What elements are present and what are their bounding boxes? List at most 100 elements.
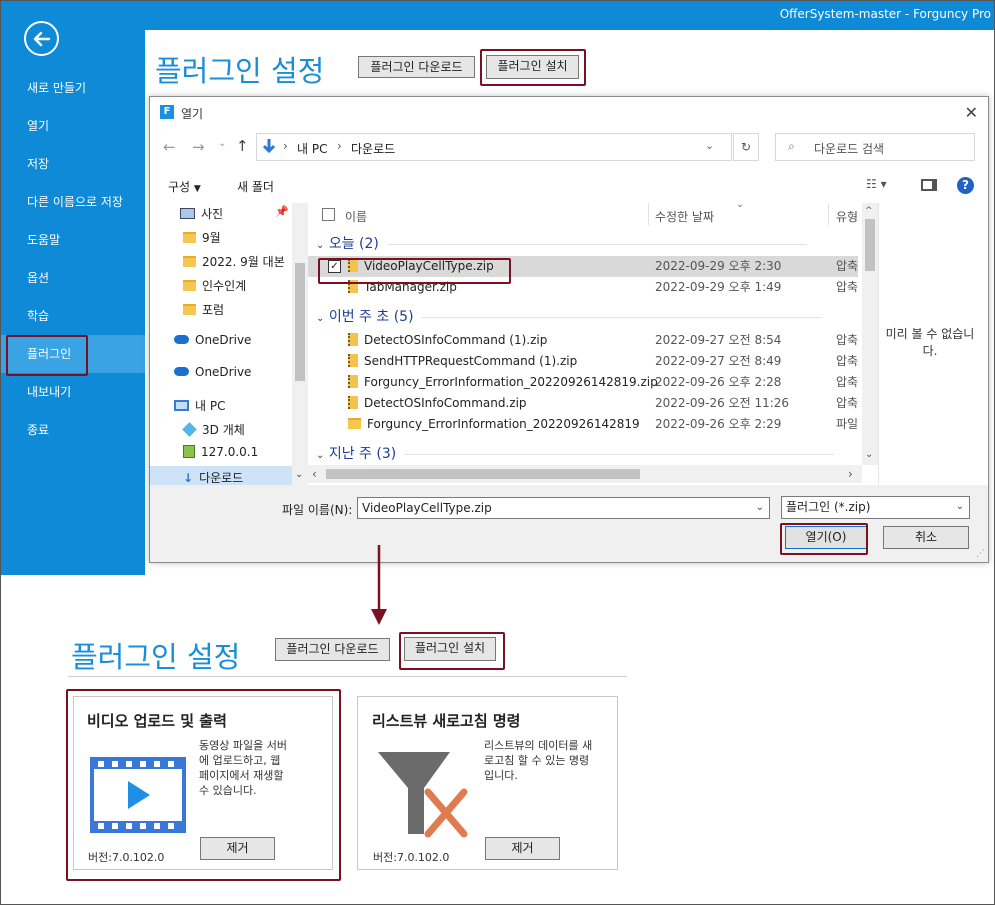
- column-header-name[interactable]: 이름: [345, 208, 367, 225]
- tree-item-this-pc[interactable]: 내 PC: [174, 397, 225, 414]
- organize-menu[interactable]: 구성 ▼: [168, 178, 201, 195]
- scroll-down-icon[interactable]: ⌄: [295, 469, 303, 480]
- sidebar-item-learn[interactable]: 학습: [1, 297, 145, 335]
- address-bar[interactable]: › 내 PC › 다운로드 ⌄: [256, 133, 732, 161]
- sidebar-item-save[interactable]: 저장: [1, 145, 145, 183]
- address-dropdown-icon[interactable]: ⌄: [705, 139, 714, 152]
- file-row[interactable]: SendHTTPRequestCommand (1).zip 2022-09-2…: [308, 351, 858, 372]
- plugin-install-button[interactable]: 플러그인 설치: [486, 55, 579, 79]
- sidebar-item-help[interactable]: 도움말: [1, 221, 145, 259]
- view-options-icon[interactable]: ☷ ▾: [866, 177, 887, 191]
- hscrollbar-thumb[interactable]: [326, 469, 640, 479]
- tree-item-downloads[interactable]: ↓ 다운로드: [183, 469, 243, 486]
- cancel-button[interactable]: 취소: [883, 526, 969, 549]
- sidebar-item-export[interactable]: 내보내기: [1, 373, 145, 411]
- column-divider: [828, 203, 829, 225]
- file-name: DetectOSInfoCommand.zip: [364, 396, 527, 410]
- lower-plugin-download-button[interactable]: 플러그인 다운로드: [275, 638, 390, 661]
- row-checkbox[interactable]: ✓: [328, 260, 341, 273]
- lower-page-title: 플러그인 설정: [71, 640, 241, 674]
- file-date: 2022-09-29 오후 1:49: [655, 280, 782, 294]
- list-scrollbar-thumb[interactable]: [865, 219, 875, 271]
- open-button[interactable]: 열기(O): [785, 526, 867, 549]
- file-row[interactable]: Forguncy_ErrorInformation_20220926142819…: [308, 414, 858, 435]
- scroll-up-icon[interactable]: ^: [865, 206, 873, 216]
- forward-nav-icon[interactable]: →: [192, 138, 205, 156]
- file-row[interactable]: TabManager.zip 2022-09-29 오후 1:49 압축: [308, 277, 858, 298]
- tree-item-sep[interactable]: 9월: [183, 229, 221, 246]
- select-all-checkbox[interactable]: [322, 208, 335, 221]
- sidebar-item-plugin[interactable]: 플러그인: [1, 335, 145, 373]
- refresh-icon[interactable]: ↻: [733, 133, 759, 161]
- file-row[interactable]: DetectOSInfoCommand (1).zip 2022-09-27 오…: [308, 330, 858, 351]
- filter-clear-icon: [378, 752, 468, 838]
- filename-dropdown-icon[interactable]: ⌄: [756, 498, 764, 518]
- close-icon[interactable]: ✕: [965, 103, 978, 122]
- tree-item-script[interactable]: 2022. 9월 대본: [183, 253, 285, 270]
- tree-scrollbar-thumb[interactable]: [295, 263, 305, 381]
- recent-dropdown-icon[interactable]: ⌄: [218, 138, 226, 149]
- file-row-selected[interactable]: ✓ VideoPlayCellType.zip 2022-09-29 오후 2:…: [308, 256, 858, 277]
- search-input[interactable]: ⌕ 다운로드 검색: [775, 133, 975, 161]
- tree-item-network[interactable]: 127.0.0.1: [183, 445, 258, 459]
- scroll-left-icon[interactable]: ‹: [312, 467, 317, 481]
- tree-item-forum[interactable]: 포럼: [183, 301, 224, 318]
- plugin-card-title: 비디오 업로드 및 출력: [87, 712, 227, 730]
- network-drive-icon: [183, 445, 195, 458]
- tree-label: 9월: [202, 231, 221, 245]
- remove-button[interactable]: 제거: [485, 837, 560, 860]
- group-header-today[interactable]: ⌄ 오늘 (2): [316, 233, 807, 253]
- sidebar-item-options[interactable]: 옵션: [1, 259, 145, 297]
- back-nav-icon[interactable]: ←: [163, 138, 176, 156]
- file-type-select[interactable]: 플러그인 (*.zip) ⌄: [781, 496, 970, 519]
- pin-icon[interactable]: 📌: [275, 205, 289, 218]
- plugin-download-button[interactable]: 플러그인 다운로드: [358, 56, 475, 78]
- tree-item-onedrive-2[interactable]: OneDrive: [174, 365, 251, 379]
- file-row[interactable]: DetectOSInfoCommand.zip 2022-09-26 오전 11…: [308, 393, 858, 414]
- plugin-card-listview: 리스트뷰 새로고침 명령 리스트뷰의 데이터를 새로고침 할 수 있는 명령입니…: [357, 696, 618, 870]
- help-icon[interactable]: ?: [957, 177, 974, 194]
- back-button[interactable]: [24, 21, 59, 56]
- preview-pane-icon[interactable]: [921, 179, 937, 191]
- group-label: 오늘 (2): [328, 236, 379, 252]
- scroll-down-icon[interactable]: ⌄: [865, 449, 873, 460]
- column-header-type[interactable]: 유형: [836, 208, 858, 225]
- file-name: Forguncy_ErrorInformation_20220926142819…: [364, 375, 658, 389]
- new-folder-button[interactable]: 새 폴더: [237, 178, 274, 195]
- filename-input[interactable]: VideoPlayCellType.zip ⌄: [357, 497, 770, 519]
- resize-grip-icon[interactable]: ⋰: [976, 549, 985, 559]
- tree-scrollbar[interactable]: ⌄: [292, 203, 308, 485]
- file-type: 압축: [836, 396, 859, 410]
- group-header-this-week[interactable]: ⌄ 이번 주 초 (5): [316, 306, 822, 326]
- file-date: 2022-09-26 오전 11:26: [655, 396, 790, 410]
- list-scrollbar[interactable]: ^ ⌄: [862, 203, 878, 465]
- up-nav-icon[interactable]: ↑: [236, 137, 249, 155]
- breadcrumb-pc[interactable]: 내 PC: [297, 140, 327, 157]
- file-date: 2022-09-27 오전 8:49: [655, 354, 782, 368]
- header-divider: [68, 676, 627, 677]
- list-hscrollbar[interactable]: ‹ ›: [308, 465, 862, 483]
- tree-item-3d[interactable]: 3D 개체: [182, 421, 245, 438]
- file-row[interactable]: Forguncy_ErrorInformation_20220926142819…: [308, 372, 858, 393]
- chevron-down-icon[interactable]: ⌄: [956, 497, 964, 517]
- filename-value: VideoPlayCellType.zip: [362, 501, 492, 515]
- tree-label: OneDrive: [195, 365, 252, 379]
- sidebar-item-save-as[interactable]: 다른 이름으로 저장: [1, 183, 145, 221]
- tree-item-photos[interactable]: 사진: [180, 205, 223, 222]
- scroll-right-icon[interactable]: ›: [848, 467, 853, 481]
- tree-item-onedrive-1[interactable]: OneDrive: [174, 333, 251, 347]
- zip-file-icon: [348, 354, 358, 367]
- sidebar-item-new[interactable]: 새로 만들기: [1, 69, 145, 107]
- tree-item-handover[interactable]: 인수인계: [183, 277, 246, 294]
- sidebar-item-open[interactable]: 열기: [1, 107, 145, 145]
- lower-plugin-install-button[interactable]: 플러그인 설치: [404, 637, 496, 661]
- download-icon: ↓: [183, 471, 194, 485]
- column-header-date[interactable]: 수정한 날짜: [655, 208, 714, 225]
- sidebar-item-exit[interactable]: 종료: [1, 411, 145, 449]
- video-plugin-icon: [90, 757, 186, 833]
- group-header-last-week[interactable]: ⌄ 지난 주 (3): [316, 443, 835, 463]
- breadcrumb-downloads[interactable]: 다운로드: [351, 140, 395, 157]
- remove-button[interactable]: 제거: [200, 837, 275, 860]
- file-name: DetectOSInfoCommand (1).zip: [364, 333, 548, 347]
- folder-tree: 사진 📌 9월 2022. 9월 대본 인수인계 포럼 OneDrive One…: [150, 203, 308, 485]
